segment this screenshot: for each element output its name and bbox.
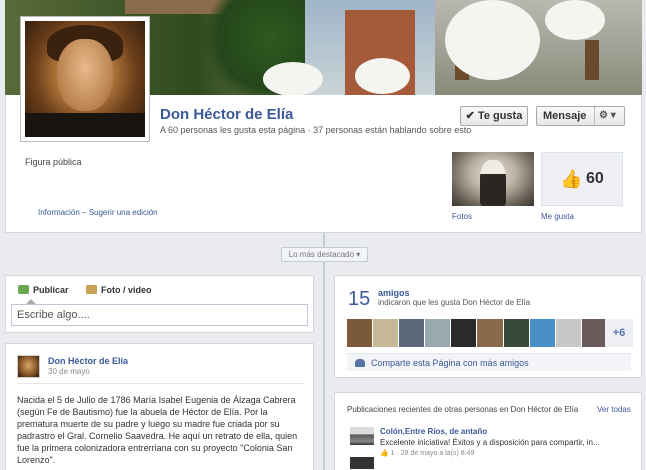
cover-lily	[355, 58, 410, 94]
share-label: Comparte esta Página con más amigos	[371, 358, 529, 368]
composer-input[interactable]	[11, 304, 308, 326]
likes-count: 60	[586, 170, 604, 187]
avatar[interactable]	[17, 355, 40, 378]
recent-meta: 👍 1 · 28 de mayo a la(s) 8:49	[380, 449, 474, 457]
portrait-coat	[25, 113, 145, 137]
friends-box: 15 amigos indicaron que les gusta Don Hé…	[334, 275, 642, 378]
profile-picture[interactable]	[20, 16, 150, 142]
page-title[interactable]: Don Héctor de Elía	[160, 106, 293, 123]
button-separator	[594, 107, 595, 125]
cover-lily	[545, 0, 605, 40]
friend-avatar[interactable]	[529, 319, 555, 347]
page-stats: A 60 personas les gusta esta página · 37…	[160, 125, 472, 135]
recent-header: Publicaciones recientes de otras persona…	[347, 405, 579, 414]
profile-portrait	[25, 21, 145, 137]
cover-lily	[263, 62, 323, 95]
timeline-line	[323, 233, 325, 470]
tab-photo-video[interactable]: Foto / video	[86, 285, 152, 295]
people-icon	[355, 359, 365, 367]
share-page-button[interactable]: Comparte esta Página con más amigos	[347, 353, 631, 371]
recent-text: Excelente iniciativa! Éxitos y a disposi…	[380, 438, 600, 447]
like-button-label: Te gusta	[477, 110, 523, 122]
recent-thumb[interactable]	[350, 427, 374, 445]
friends-count[interactable]: 15	[348, 288, 370, 311]
tab-publish-label: Publicar	[33, 285, 69, 295]
recent-likes: 1	[390, 450, 395, 457]
divider	[17, 383, 304, 384]
photo-icon	[86, 285, 97, 294]
friend-avatar[interactable]	[425, 319, 451, 347]
thumbs-up-icon: 👍	[560, 169, 583, 189]
recent-thumb[interactable]	[350, 457, 374, 469]
highlights-dropdown[interactable]: Lo más destacado ▾	[281, 247, 368, 262]
recent-posts-box: Publicaciones recientes de otras persona…	[334, 392, 642, 470]
like-button[interactable]: ✔ Te gusta	[460, 106, 528, 126]
photo-figure	[480, 160, 506, 206]
recent-author[interactable]: Colón,Entre Ríos, de antaño	[380, 427, 487, 436]
message-button[interactable]: Mensaje ⚙ ▾	[536, 106, 625, 126]
friend-avatar[interactable]	[399, 319, 425, 347]
friend-avatar[interactable]	[477, 319, 503, 347]
friend-avatar[interactable]	[373, 319, 399, 347]
post-card: Don Héctor de Elía 30 de mayo Nacida el …	[5, 343, 314, 470]
post-author[interactable]: Don Héctor de Elía	[48, 356, 128, 366]
friend-avatar[interactable]	[347, 319, 373, 347]
thumbs-up-icon: 👍	[380, 450, 389, 457]
page-category: Figura pública	[25, 157, 82, 167]
recent-date[interactable]: · 28 de mayo a la(s) 8:49	[397, 450, 475, 457]
info-link[interactable]: Información – Sugerir una edición	[38, 208, 158, 217]
friend-avatar[interactable]	[451, 319, 477, 347]
cover-window	[585, 40, 599, 80]
friend-avatar[interactable]	[581, 319, 607, 347]
friend-avatar[interactable]	[555, 319, 581, 347]
likes-tile[interactable]: 👍 60	[541, 152, 623, 206]
status-icon	[18, 285, 29, 294]
more-friends-button[interactable]: +6	[605, 319, 633, 347]
friends-photo-strip	[347, 319, 607, 347]
tab-photo-label: Foto / video	[101, 285, 152, 295]
gear-icon[interactable]: ⚙ ▾	[599, 107, 616, 125]
check-icon: ✔	[465, 110, 475, 122]
photos-label[interactable]: Fotos	[452, 212, 472, 221]
cover-lily	[445, 0, 540, 80]
see-all-link[interactable]: Ver todas	[597, 405, 631, 414]
tab-publish[interactable]: Publicar	[18, 285, 69, 295]
post-body: Nacida el 5 de Julio de 1786 María Isabe…	[17, 395, 298, 465]
post-date[interactable]: 30 de mayo	[48, 367, 90, 376]
likes-label[interactable]: Me gusta	[541, 212, 574, 221]
friends-label[interactable]: amigos	[378, 288, 410, 298]
composer: Publicar Foto / video	[5, 275, 314, 333]
friends-sub: indicaron que les gusta Don Héctor de El…	[378, 298, 531, 307]
portrait-face	[57, 39, 113, 111]
message-button-label: Mensaje	[543, 110, 587, 122]
photos-tile[interactable]	[452, 152, 534, 206]
friend-avatar[interactable]	[503, 319, 529, 347]
